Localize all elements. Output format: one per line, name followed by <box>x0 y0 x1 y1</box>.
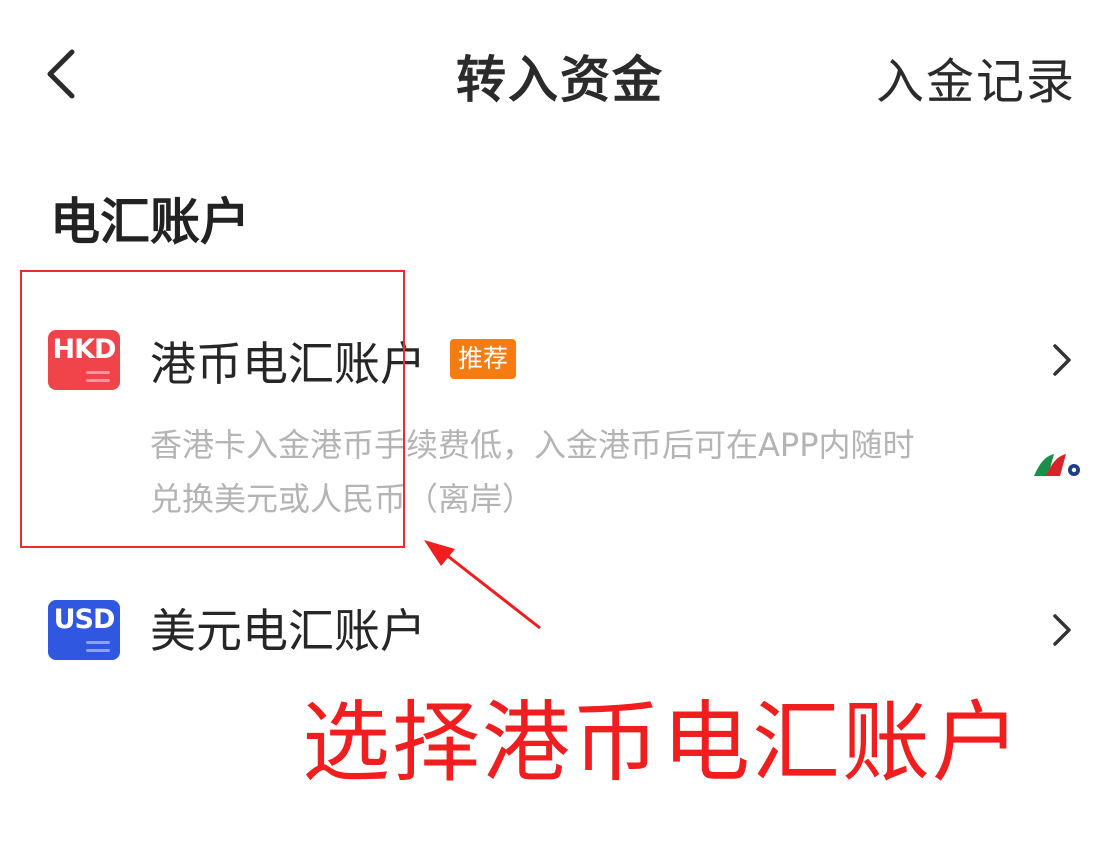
chevron-right-icon <box>1053 344 1071 376</box>
section-title: 电汇账户 <box>50 193 250 251</box>
brand-logo-icon <box>1034 454 1080 476</box>
usd-wire-account-item[interactable]: USD 美元电汇账户 <box>0 590 1120 680</box>
usd-account-label: 美元电汇账户 <box>150 604 426 658</box>
hkd-account-label: 港币电汇账户 <box>150 337 426 391</box>
recommended-badge: 推荐 <box>450 339 517 379</box>
hkd-description-line2: 兑换美元或人民币（离岸） <box>150 480 535 518</box>
hkd-description-line1: 香港卡入金港币手续费低，入金港币后可在APP内随时 <box>150 426 915 464</box>
hkd-currency-icon: HKD <box>48 330 120 390</box>
usd-currency-icon: USD <box>48 600 120 660</box>
annotation-text: 选择港币电汇账户 <box>302 691 1023 794</box>
hkd-wire-account-item[interactable]: HKD 港币电汇账户 推荐 香港卡入金港币手续费低，入金港币后可在APP内随时 … <box>0 320 1120 530</box>
usd-code-label: USD <box>53 604 116 635</box>
deposit-records-link[interactable]: 入金记录 <box>876 42 1076 112</box>
chevron-right-icon <box>1053 614 1071 646</box>
hkd-code-label: HKD <box>52 334 117 365</box>
hkd-account-description: 香港卡入金港币手续费低，入金港币后可在APP内随时 兑换美元或人民币（离岸） <box>150 418 1020 526</box>
